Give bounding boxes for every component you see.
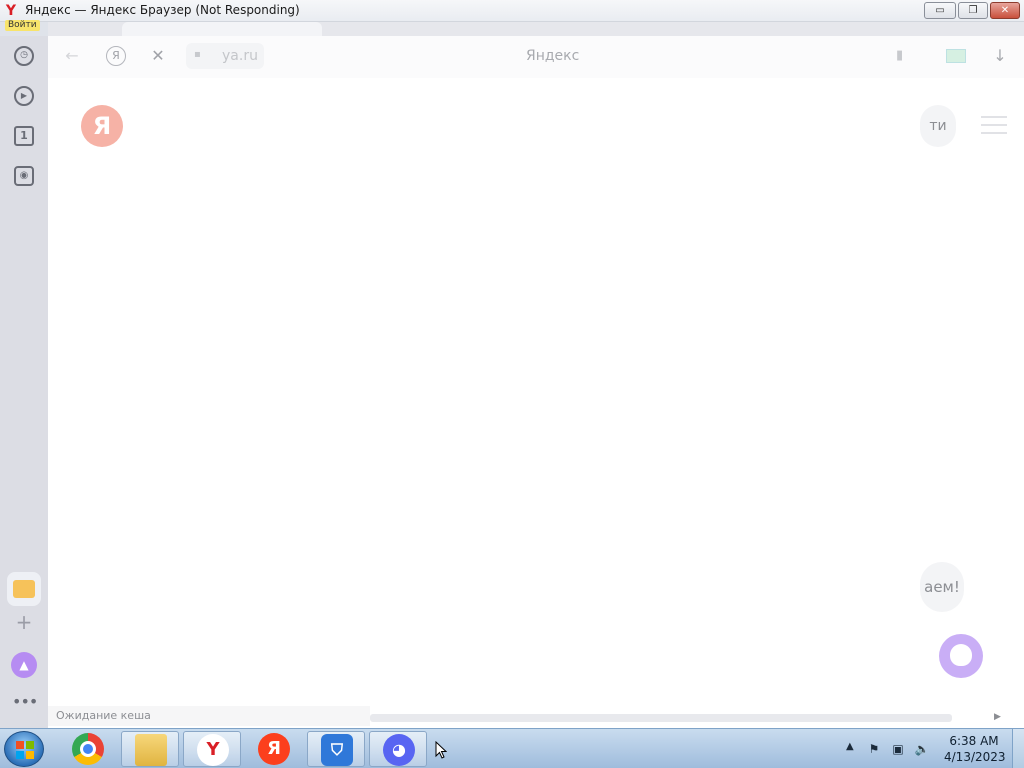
windows-logo-icon: [16, 741, 34, 759]
start-button[interactable]: [4, 731, 44, 767]
chrome-icon: [72, 733, 104, 765]
yandex-icon: Я: [258, 733, 290, 765]
discord-icon: ◕: [383, 734, 415, 766]
yandex-browser-icon: Y: [5, 3, 17, 19]
close-button[interactable]: ✕: [990, 2, 1020, 19]
mouse-cursor-icon: [435, 741, 447, 759]
signin-badge[interactable]: Войти: [5, 20, 40, 31]
bookmark-icon[interactable]: ▮: [896, 48, 908, 64]
browser-content: ← Я ✕ ▪ ya.ru Яндекс ▮ ↓ Я ти аем! Ожида…: [48, 36, 1024, 728]
horizontal-scrollbar[interactable]: [370, 714, 952, 722]
sidebar: ◷ ▶ 1 ◉ + ▲ •••: [0, 36, 48, 728]
maximize-button[interactable]: ❐: [958, 2, 988, 19]
title-bar: Y Яндекс — Яндекс Браузер (Not Respondin…: [0, 0, 1024, 31]
taskbar-discord[interactable]: ◕: [369, 731, 427, 767]
stop-button[interactable]: ✕: [148, 46, 168, 66]
window-title: Яндекс — Яндекс Браузер (Not Responding): [25, 3, 300, 17]
screenshot-icon[interactable]: ◉: [14, 166, 34, 186]
alice-hint-bubble: аем!: [920, 562, 964, 612]
tab-strip: [48, 22, 1024, 36]
clock-time[interactable]: 6:38 AM: [944, 734, 1004, 748]
yandex-home-icon[interactable]: Я: [106, 46, 126, 66]
alice-icon[interactable]: ▲: [11, 652, 37, 678]
action-center-icon[interactable]: ⚑: [866, 741, 882, 757]
system-tray: ▲ ⚑ ▣ 🔈 6:38 AM 4/13/2023: [844, 729, 1024, 768]
signin-button[interactable]: ти: [920, 105, 956, 147]
tab-active[interactable]: [122, 22, 322, 36]
show-hidden-icons-button[interactable]: ▲: [846, 741, 854, 752]
download-icon[interactable]: ↓: [990, 46, 1010, 66]
yandex-logo[interactable]: Я: [81, 105, 123, 147]
shield-icon: ⛉: [321, 734, 353, 766]
menu-icon[interactable]: [981, 116, 1007, 136]
play-icon[interactable]: ▶: [14, 86, 34, 106]
taskbar-chrome[interactable]: [59, 731, 117, 767]
web-page: Я ти аем!: [48, 78, 1024, 728]
show-desktop-button[interactable]: [1012, 729, 1024, 768]
add-panel-button[interactable]: +: [14, 612, 34, 632]
clock-date[interactable]: 4/13/2023: [944, 750, 1006, 764]
taskbar-yandex[interactable]: Я: [245, 731, 303, 767]
extension-icon[interactable]: [946, 49, 966, 63]
mail-icon: [13, 580, 35, 598]
lock-icon: ▪: [194, 49, 201, 60]
alice-button[interactable]: [939, 634, 983, 678]
volume-muted-icon[interactable]: 🔈: [914, 741, 930, 757]
folder-icon: [135, 734, 167, 766]
browser-toolbar: ← Я ✕ ▪ ya.ru Яндекс ▮ ↓: [48, 36, 1024, 78]
clock-icon[interactable]: ◷: [14, 46, 34, 66]
mail-button[interactable]: [7, 572, 41, 606]
page-title: Яндекс: [526, 48, 580, 64]
network-icon[interactable]: ▣: [890, 741, 906, 757]
scroll-right-icon[interactable]: ▶: [994, 710, 1004, 724]
yandex-browser-taskbar-icon: Y: [197, 734, 229, 766]
more-icon[interactable]: •••: [12, 692, 38, 712]
taskbar-shield-app[interactable]: ⛉: [307, 731, 365, 767]
taskbar-yandex-browser[interactable]: Y: [183, 731, 241, 767]
tab-number-icon[interactable]: 1: [14, 126, 34, 146]
address-bar[interactable]: ▪ ya.ru: [186, 43, 264, 69]
minimize-button[interactable]: ▭: [924, 2, 956, 19]
back-button[interactable]: ←: [62, 46, 82, 66]
alice-glyph-icon: [950, 644, 972, 666]
url-text: ya.ru: [222, 48, 258, 64]
taskbar: Y Я ⛉ ◕ ▲ ⚑ ▣ 🔈 6:38 AM 4/13/2023: [0, 728, 1024, 768]
taskbar-explorer[interactable]: [121, 731, 179, 767]
status-bar: Ожидание кеша: [48, 706, 370, 726]
